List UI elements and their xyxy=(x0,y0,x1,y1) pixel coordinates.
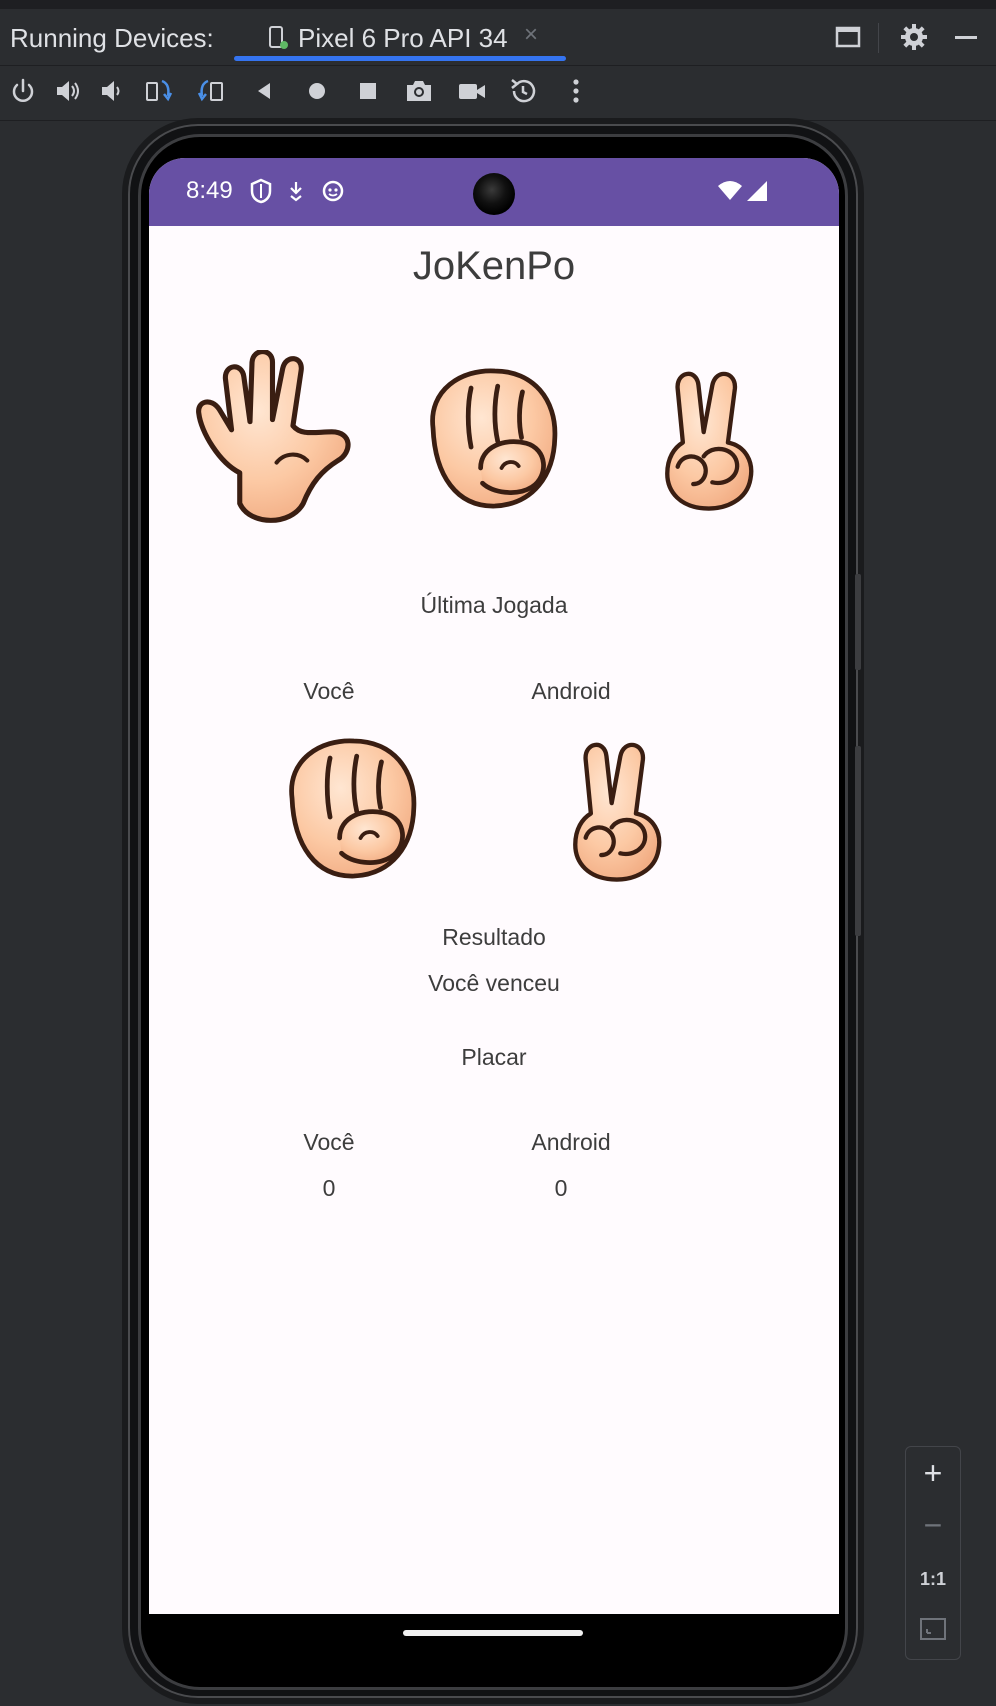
score-you-value: 0 xyxy=(322,1175,336,1201)
signal-icon xyxy=(747,181,767,201)
last-play-label: Última Jogada xyxy=(420,592,568,618)
zoom-in-button[interactable]: + xyxy=(906,1449,960,1501)
android-label: Android xyxy=(531,678,611,704)
more-icon[interactable] xyxy=(561,76,591,106)
home-gesture-bar[interactable] xyxy=(403,1630,583,1636)
header-separator xyxy=(878,23,879,53)
score-you-label: Você xyxy=(303,1129,355,1155)
volume-up-icon[interactable] xyxy=(53,76,83,106)
device-tab[interactable]: Pixel 6 Pro API 34 × xyxy=(234,9,566,65)
ide-top-strip xyxy=(0,0,996,9)
status-bar: 8:49 xyxy=(149,158,839,226)
zoom-actual-size-button[interactable]: 1:1 xyxy=(906,1553,960,1605)
score-android-value: 0 xyxy=(554,1175,568,1201)
power-icon[interactable] xyxy=(8,76,38,106)
status-time: 8:49 xyxy=(186,177,233,204)
rock-hand-icon xyxy=(273,730,430,887)
gear-icon[interactable] xyxy=(898,21,930,53)
paper-hand-icon[interactable] xyxy=(187,350,359,526)
rotate-right-icon[interactable] xyxy=(196,76,226,106)
minimize-icon[interactable] xyxy=(950,21,982,53)
download-icon xyxy=(290,182,302,202)
close-icon[interactable]: × xyxy=(524,21,538,49)
shield-icon xyxy=(250,178,272,204)
camera-icon[interactable] xyxy=(404,76,434,106)
device-screen[interactable]: 8:49 JoKenPo Última Jogada Você Android … xyxy=(149,158,839,1614)
wifi-icon xyxy=(718,181,742,200)
device-icon xyxy=(269,26,288,49)
home-icon[interactable] xyxy=(302,76,332,106)
score-android-label: Android xyxy=(531,1129,611,1155)
result-label: Resultado xyxy=(442,924,546,950)
rock-hand-icon[interactable] xyxy=(414,360,571,517)
phone-volume-button xyxy=(855,746,861,936)
scissors-hand-icon xyxy=(551,724,681,896)
overview-icon[interactable] xyxy=(353,76,383,106)
back-icon[interactable] xyxy=(249,76,279,106)
fit-screen-icon[interactable] xyxy=(919,1615,947,1643)
panel-title: Running Devices: xyxy=(10,23,214,53)
phone-side-button xyxy=(855,574,861,670)
volume-down-icon[interactable] xyxy=(98,76,128,106)
device-tab-label: Pixel 6 Pro API 34 xyxy=(298,23,508,53)
face-icon xyxy=(322,180,344,202)
restore-window-icon[interactable] xyxy=(832,21,864,53)
app-title: JoKenPo xyxy=(412,244,576,288)
tab-active-indicator xyxy=(234,56,566,61)
video-icon[interactable] xyxy=(457,76,487,106)
zoom-out-button[interactable]: − xyxy=(906,1501,960,1553)
scissors-hand-icon[interactable] xyxy=(643,353,773,525)
result-value: Você venceu xyxy=(428,970,560,996)
front-camera xyxy=(473,173,515,215)
zoom-controls: + − 1:1 xyxy=(905,1446,961,1660)
device-toolbar xyxy=(0,66,996,121)
score-label: Placar xyxy=(461,1044,527,1070)
rotate-left-icon[interactable] xyxy=(144,76,174,106)
snapshot-icon[interactable] xyxy=(508,76,538,106)
running-devices-header: Running Devices: Pixel 6 Pro API 34 × xyxy=(0,9,996,66)
you-label: Você xyxy=(303,678,355,704)
